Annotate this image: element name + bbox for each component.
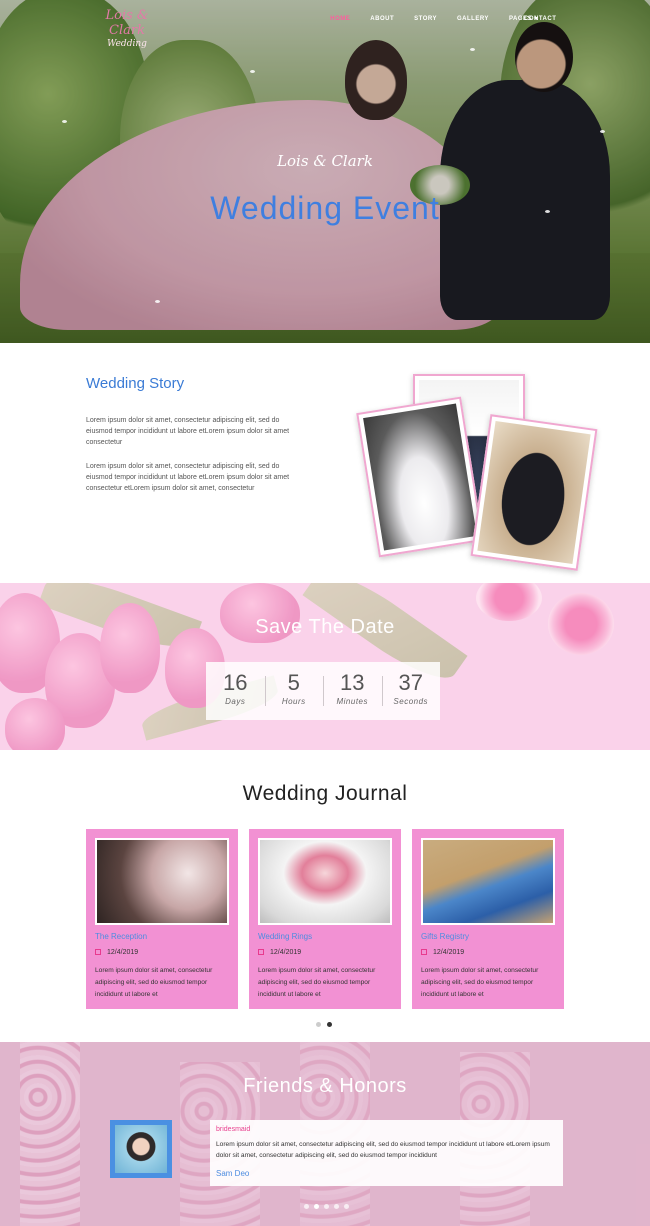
countdown-value: 13 xyxy=(340,670,365,695)
countdown-label: Minutes xyxy=(336,697,368,706)
testimonial-name[interactable]: Sam Deo xyxy=(216,1169,249,1178)
story-paragraph: Lorem ipsum dolor sit amet, consectetur … xyxy=(86,463,290,492)
journal-heading: Wedding Journal xyxy=(242,782,408,805)
friends-slider-dots xyxy=(304,1204,349,1209)
journal-card[interactable]: Wedding Rings 12/4/2019 Lorem ipsum dolo… xyxy=(249,829,401,1009)
countdown-label: Hours xyxy=(281,697,306,706)
countdown-seconds: 37 Seconds xyxy=(381,662,441,720)
petal-decoration xyxy=(155,300,160,303)
slider-dot-active[interactable] xyxy=(327,1022,332,1027)
journal-card-date-text: 12/4/2019 xyxy=(270,949,302,956)
journal-slider-dots xyxy=(316,1022,332,1027)
testimonial-role: bridesmaid xyxy=(216,1126,251,1133)
slider-dot[interactable] xyxy=(304,1204,309,1209)
testimonial-card: bridesmaid Lorem ipsum dolor sit amet, c… xyxy=(210,1120,563,1186)
save-the-date-section: Save The Date 16 Days 5 Hours 13 Minutes… xyxy=(0,583,650,750)
friends-heading: Friends & Honors xyxy=(243,1075,407,1097)
logo-subtitle: Wedding xyxy=(107,39,147,49)
journal-card-title[interactable]: Wedding Rings xyxy=(258,932,312,941)
slider-dot[interactable] xyxy=(324,1204,329,1209)
petal-decoration xyxy=(600,130,605,133)
story-photo-bride xyxy=(356,396,484,558)
journal-card-title[interactable]: Gifts Registry xyxy=(421,932,469,941)
journal-card-date: 12/4/2019 xyxy=(258,949,301,956)
site-logo[interactable]: Lois & Clark Wedding xyxy=(86,8,168,50)
petal-decoration xyxy=(250,70,255,73)
countdown-hours: 5 Hours xyxy=(264,662,324,720)
calendar-icon xyxy=(95,949,101,955)
logo-title: Lois & Clark xyxy=(105,8,149,38)
hero-title: Wedding Event xyxy=(210,190,440,226)
calendar-icon xyxy=(421,949,427,955)
story-photo-groom xyxy=(470,414,598,571)
petal-decoration xyxy=(470,48,475,51)
story-photo-image xyxy=(363,403,477,551)
nav-item-story[interactable]: STORY xyxy=(414,16,437,22)
slider-dot[interactable] xyxy=(334,1204,339,1209)
slider-dot-active[interactable] xyxy=(314,1204,319,1209)
journal-card-image[interactable] xyxy=(95,838,229,925)
slider-dot[interactable] xyxy=(344,1204,349,1209)
nav-item-home[interactable]: HOME xyxy=(330,16,350,22)
save-the-date-heading: Save The Date xyxy=(255,616,395,638)
journal-card-date-text: 12/4/2019 xyxy=(107,949,139,956)
hero-subtitle: Lois & Clark xyxy=(277,152,373,170)
countdown-label: Days xyxy=(225,697,246,706)
countdown-minutes: 13 Minutes xyxy=(323,662,382,720)
story-paragraph: Lorem ipsum dolor sit amet, consectetur … xyxy=(86,417,290,446)
journal-card[interactable]: Gifts Registry 12/4/2019 Lorem ipsum dol… xyxy=(412,829,564,1009)
journal-card-text: Lorem ipsum dolor sit amet, consectetur … xyxy=(258,967,376,998)
hero-overlay xyxy=(0,0,650,343)
nav-item-gallery[interactable]: GALLERY xyxy=(457,16,489,22)
countdown-value: 37 xyxy=(398,670,423,695)
friends-section: Friends & Honors bridesmaid Lorem ipsum … xyxy=(0,1042,650,1226)
countdown-label: Seconds xyxy=(393,697,429,706)
countdown-days: 16 Days xyxy=(206,662,265,720)
journal-card[interactable]: The Reception 12/4/2019 Lorem ipsum dolo… xyxy=(86,829,238,1009)
nav-menu: HOME ABOUT STORY GALLERY PAGES xyxy=(310,16,538,22)
nav-item-contact[interactable]: CONTACT xyxy=(524,16,556,22)
journal-card-image[interactable] xyxy=(258,838,392,925)
journal-card-title[interactable]: The Reception xyxy=(95,932,147,941)
journal-section: Wedding Journal The Reception 12/4/2019 … xyxy=(0,750,650,1042)
petal-decoration xyxy=(62,120,67,123)
journal-card-text: Lorem ipsum dolor sit amet, consectetur … xyxy=(95,967,213,998)
journal-card-date: 12/4/2019 xyxy=(421,949,464,956)
avatar-image xyxy=(115,1125,167,1173)
slider-dot[interactable] xyxy=(316,1022,321,1027)
journal-card-text: Lorem ipsum dolor sit amet, consectetur … xyxy=(421,967,539,998)
story-heading: Wedding Story xyxy=(86,375,185,392)
countdown-value: 16 xyxy=(223,670,248,695)
hero-section: Lois & Clark Wedding HOME ABOUT STORY GA… xyxy=(0,0,650,343)
top-navigation: Lois & Clark Wedding HOME ABOUT STORY GA… xyxy=(0,0,650,49)
journal-card-date: 12/4/2019 xyxy=(95,949,138,956)
page: Lois & Clark Wedding HOME ABOUT STORY GA… xyxy=(0,0,650,1226)
calendar-icon xyxy=(258,949,264,955)
journal-card-image[interactable] xyxy=(421,838,555,925)
testimonial-quote: Lorem ipsum dolor sit amet, consectetur … xyxy=(216,1141,550,1159)
journal-card-date-text: 12/4/2019 xyxy=(433,949,465,956)
avatar xyxy=(110,1120,172,1178)
nav-item-about[interactable]: ABOUT xyxy=(370,16,394,22)
countdown-timer: 16 Days 5 Hours 13 Minutes 37 Seconds xyxy=(206,662,440,720)
story-photo-image xyxy=(477,420,591,565)
countdown-value: 5 xyxy=(287,670,300,695)
